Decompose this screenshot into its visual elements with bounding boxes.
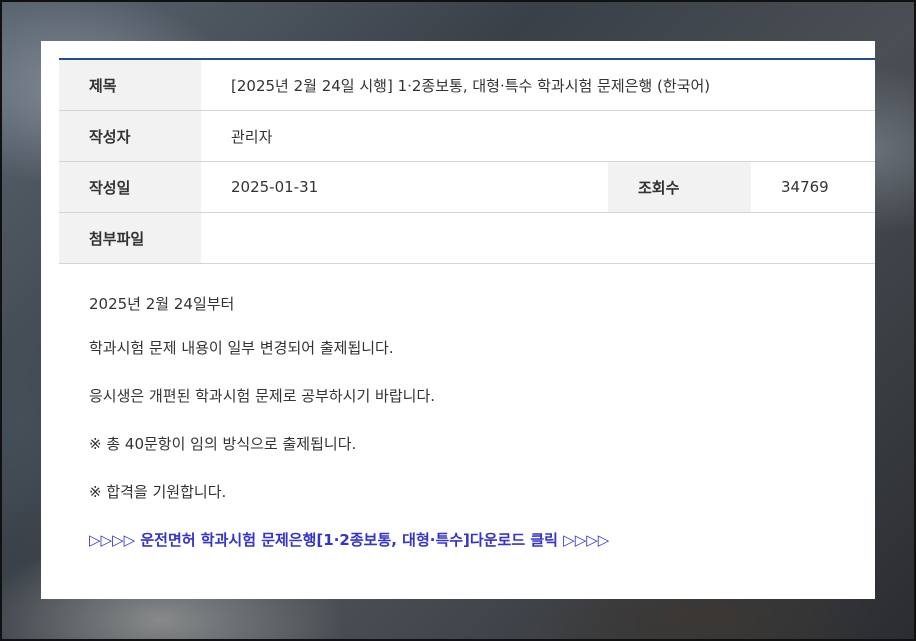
- date-row: 작성일 2025-01-31 조회수 34769: [59, 162, 875, 213]
- content-line: ※ 총 40문항이 임의 방식으로 출제됩니다.: [89, 435, 357, 453]
- post-author: 관리자: [231, 127, 273, 146]
- date-label: 작성일: [59, 162, 201, 212]
- title-row: 제목 [2025년 2월 24일 시행] 1·2종보통, 대형·특수 학과시험 …: [59, 60, 875, 111]
- post-date: 2025-01-31: [231, 178, 319, 196]
- attachment-label: 첨부파일: [59, 213, 201, 263]
- content-line: 학과시험 문제 내용이 일부 변경되어 출제됩니다.: [89, 339, 394, 357]
- post-info-table: 제목 [2025년 2월 24일 시행] 1·2종보통, 대형·특수 학과시험 …: [59, 58, 875, 264]
- attachment-row: 첨부파일: [59, 213, 875, 264]
- post-content: 2025년 2월 24일부터 학과시험 문제 내용이 일부 변경되어 출제됩니다…: [89, 286, 849, 570]
- content-line: 응시생은 개편된 학과시험 문제로 공부하시기 바랍니다.: [89, 387, 436, 405]
- post-detail-card: 제목 [2025년 2월 24일 시행] 1·2종보통, 대형·특수 학과시험 …: [41, 41, 875, 599]
- views-label: 조회수: [608, 162, 751, 212]
- author-label: 작성자: [59, 111, 201, 161]
- content-line: ※ 합격을 기원합니다.: [89, 483, 227, 501]
- author-row: 작성자 관리자: [59, 111, 875, 162]
- download-link[interactable]: ▷▷▷▷ 운전면허 학과시험 문제은행[1·2종보통, 대형·특수]다운로드 클…: [89, 531, 609, 549]
- content-line: 2025년 2월 24일부터: [89, 295, 235, 313]
- attachment-value[interactable]: [201, 213, 875, 263]
- title-label: 제목: [59, 60, 201, 110]
- post-title: [2025년 2월 24일 시행] 1·2종보통, 대형·특수 학과시험 문제은…: [231, 76, 711, 95]
- post-views: 34769: [781, 178, 829, 196]
